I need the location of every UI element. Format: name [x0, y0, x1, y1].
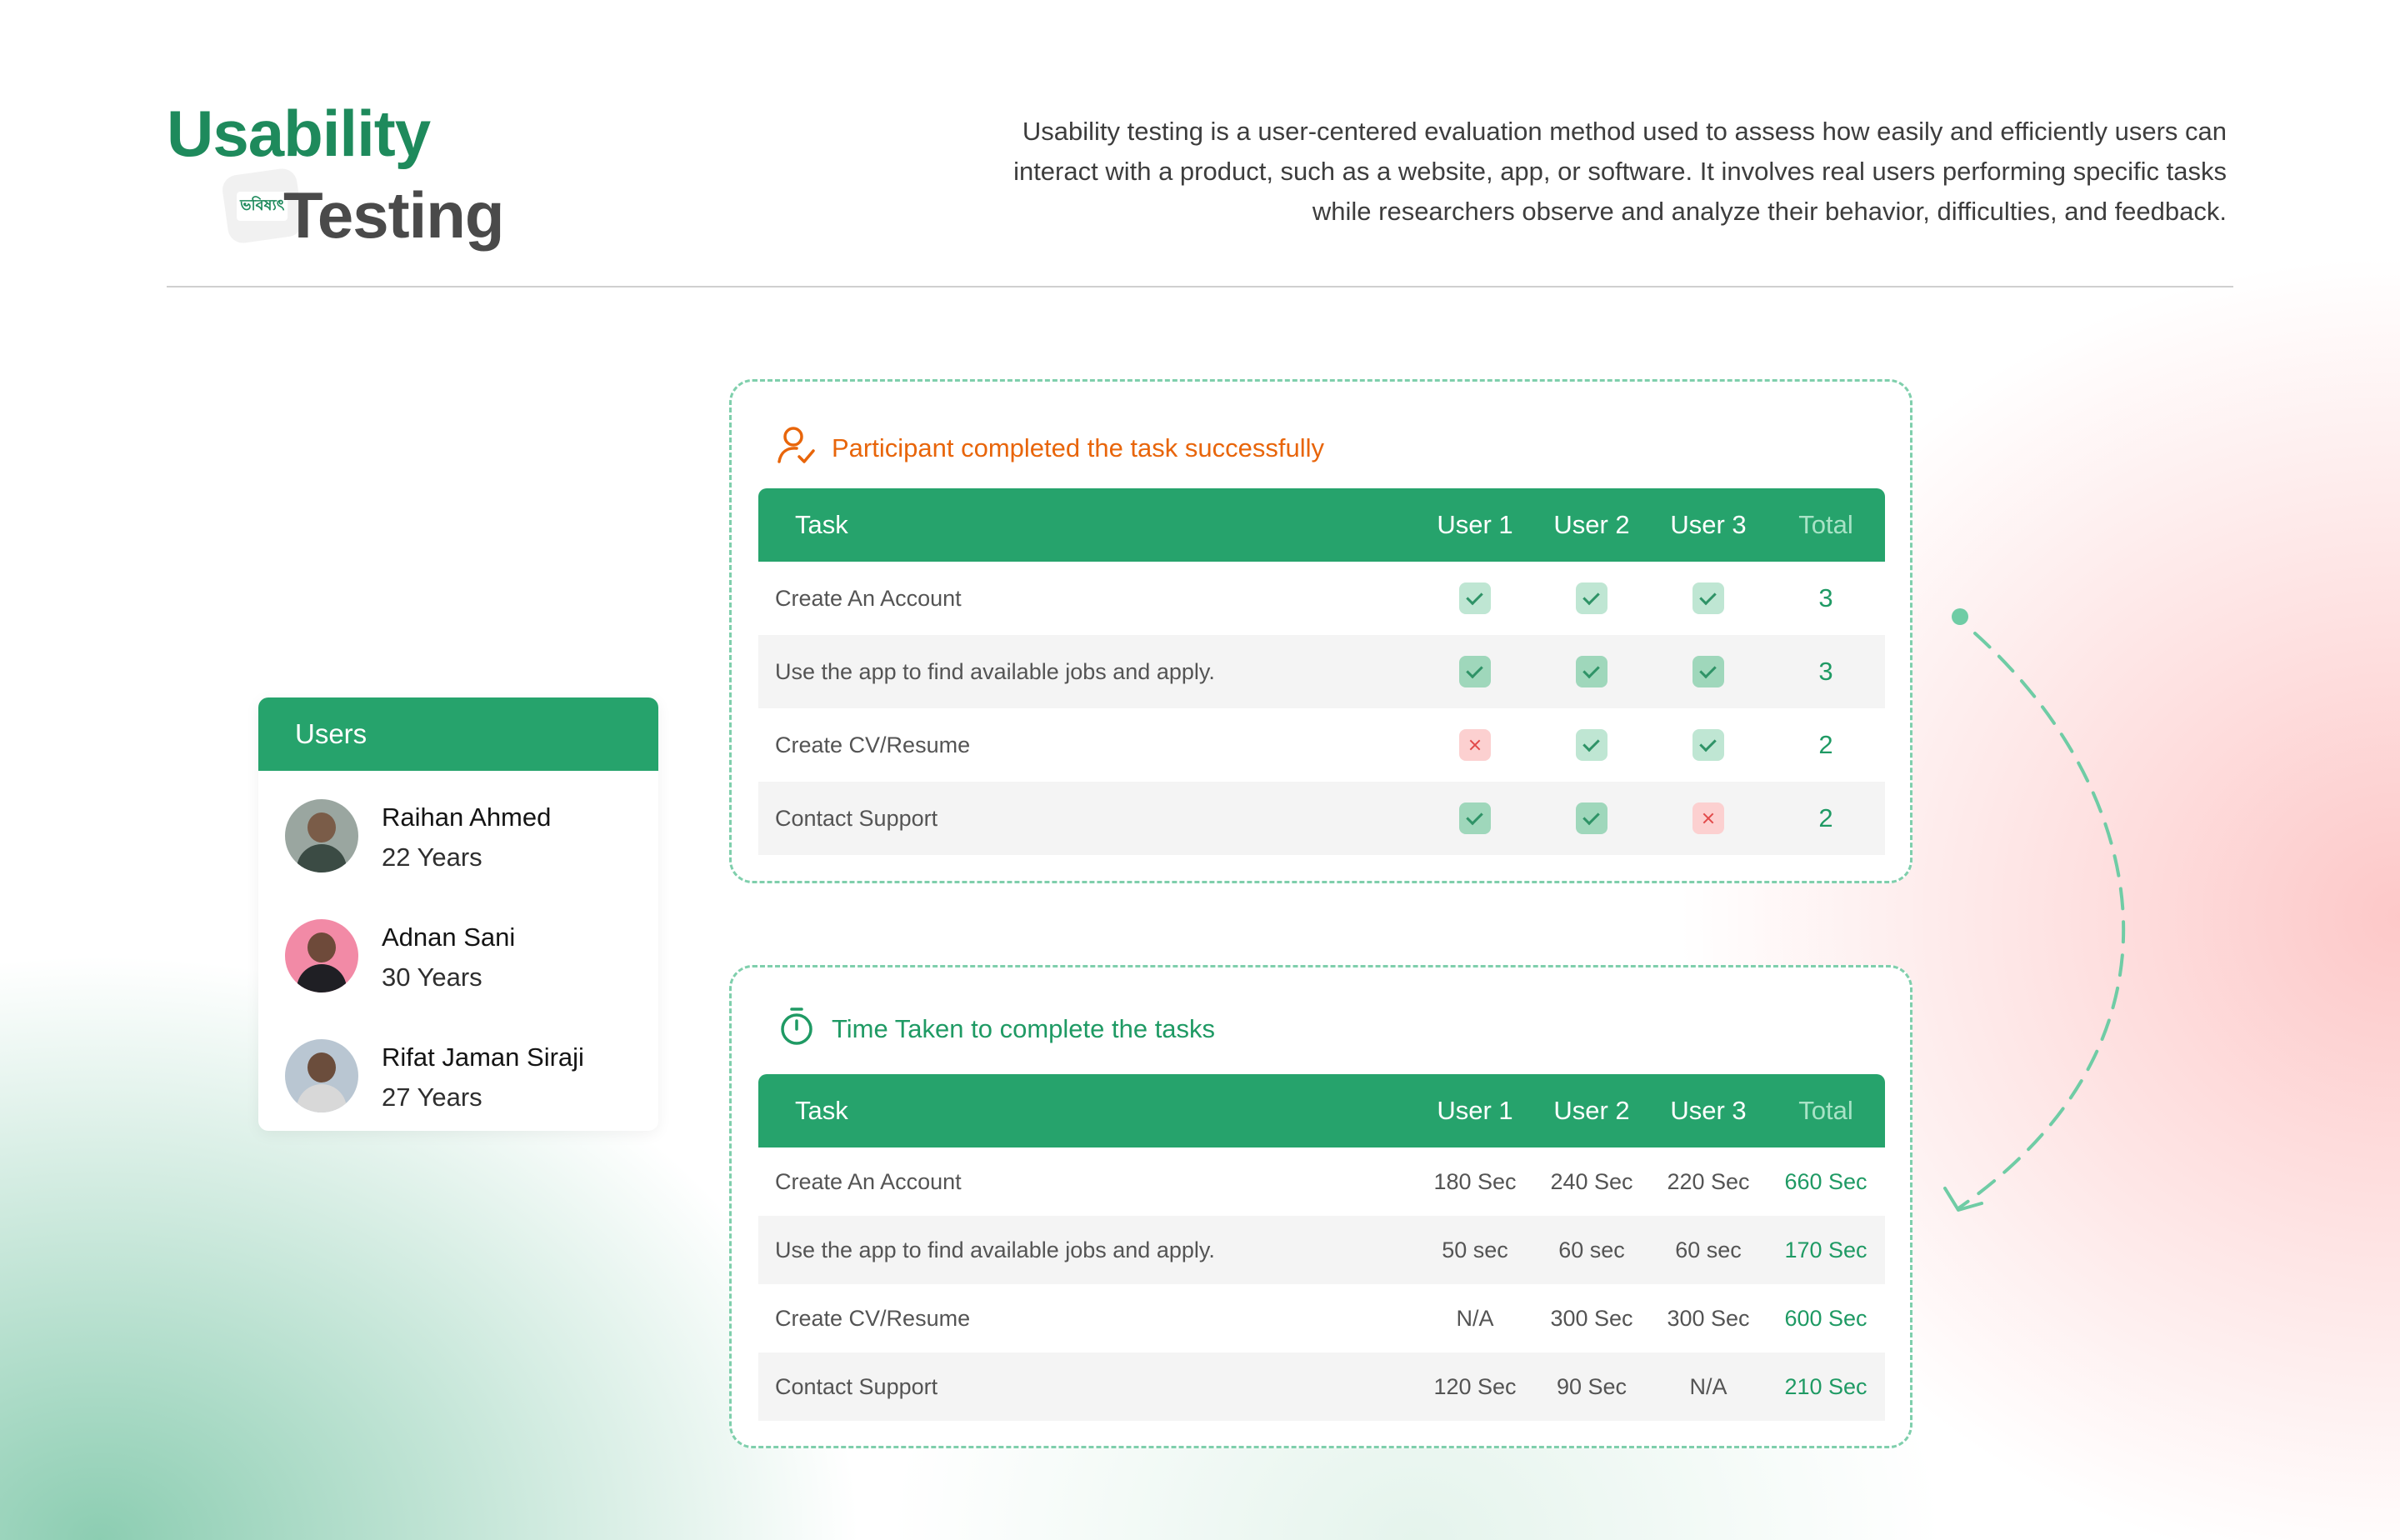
user-name: Rifat Jaman Siraji [382, 1042, 584, 1072]
user-age: 27 Years [382, 1082, 482, 1112]
avatar [285, 919, 358, 992]
column-header: User 1 [1417, 1074, 1533, 1148]
time-cell: 220 Sec [1667, 1168, 1750, 1194]
total-cell: 210 Sec [1767, 1352, 1885, 1421]
time-cell: 120 Sec [1417, 1352, 1533, 1421]
table-row: Contact Support 120 Sec 90 Sec N/A 210 S… [758, 1352, 1885, 1421]
task-cell: Create CV/Resume [775, 1305, 971, 1331]
title-line-1: Usability [167, 97, 431, 170]
total-cell: 2 [1767, 782, 1885, 855]
column-header: User 2 [1533, 1074, 1650, 1148]
check-icon [1692, 729, 1724, 761]
table-row: Contact Support 2 [758, 782, 1885, 855]
avatar [285, 799, 358, 872]
check-icon [1576, 582, 1608, 614]
column-header: User 3 [1650, 488, 1767, 562]
time-cell: 300 Sec [1667, 1305, 1750, 1331]
task-success-panel: Participant completed the task successfu… [729, 379, 1912, 883]
column-header: Total [1767, 1074, 1885, 1148]
title-line-2: Testing [283, 178, 505, 252]
check-icon [1459, 802, 1491, 834]
check-icon [1692, 656, 1724, 688]
time-cell: 60 sec [1650, 1216, 1767, 1284]
header-divider [167, 286, 2233, 288]
user-age: 30 Years [382, 962, 482, 992]
avatar [285, 1039, 358, 1112]
panel-title: Time Taken to complete the tasks [832, 1014, 1216, 1043]
table-row: Create CV/Resume N/A 300 Sec 300 Sec 600… [758, 1284, 1885, 1352]
column-header: Total [1767, 488, 1885, 562]
time-table: Task User 1 User 2 User 3 Total Create A… [758, 1074, 1885, 1421]
user-check-icon [778, 427, 815, 463]
total-cell: 3 [1818, 583, 1833, 612]
total-cell: 170 Sec [1767, 1216, 1885, 1284]
task-cell: Create CV/Resume [775, 732, 971, 758]
success-table: Task User 1 User 2 User 3 Total Create A… [758, 488, 1885, 855]
time-cell: 300 Sec [1550, 1305, 1633, 1331]
check-icon [1459, 656, 1491, 688]
time-taken-panel: Time Taken to complete the tasks Task Us… [729, 965, 1912, 1448]
task-cell: Use the app to find available jobs and a… [758, 635, 1417, 708]
total-cell: 600 Sec [1784, 1305, 1868, 1331]
table-row: Use the app to find available jobs and a… [758, 635, 1885, 708]
user-age: 22 Years [382, 842, 482, 872]
user-name: Raihan Ahmed [382, 802, 552, 832]
stopwatch-icon [781, 1008, 812, 1045]
table-header-row: Task User 1 User 2 User 3 Total [758, 488, 1885, 562]
user-item: Adnan Sani 30 Years [258, 891, 658, 1011]
check-icon [1576, 656, 1608, 688]
task-cell: Create An Account [775, 1168, 962, 1194]
time-cell: 50 sec [1417, 1216, 1533, 1284]
dashed-arrow-icon [1943, 608, 2126, 1212]
user-item: Raihan Ahmed 22 Years [258, 771, 658, 891]
total-cell: 3 [1767, 635, 1885, 708]
users-card: Users Raihan Ahmed 22 Years Adnan Sani 3… [258, 698, 658, 1131]
page-title: Usability ভবিষ্যৎ Testing [167, 92, 517, 258]
table-row: Create An Account 180 Sec 240 Sec 220 Se… [758, 1148, 1885, 1216]
total-cell: 2 [1818, 730, 1833, 759]
table-row: Create CV/Resume 2 [758, 708, 1885, 782]
time-cell: N/A [1456, 1305, 1494, 1331]
task-cell: Contact Support [758, 782, 1417, 855]
total-cell: 660 Sec [1784, 1168, 1868, 1194]
check-icon [1576, 802, 1608, 834]
user-item: Rifat Jaman Siraji 27 Years [258, 1011, 658, 1131]
time-cell: N/A [1650, 1352, 1767, 1421]
column-header: User 3 [1650, 1074, 1767, 1148]
table-row: Use the app to find available jobs and a… [758, 1216, 1885, 1284]
check-icon [1576, 729, 1608, 761]
column-header: User 1 [1417, 488, 1533, 562]
x-icon [1692, 802, 1724, 834]
check-icon [1692, 582, 1724, 614]
brand-logo-text: ভবিষ্যৎ [237, 191, 288, 221]
time-cell: 60 sec [1533, 1216, 1650, 1284]
table-header-row: Task User 1 User 2 User 3 Total [758, 1074, 1885, 1148]
users-card-title: Users [258, 698, 658, 771]
page-description: Usability testing is a user-centered eva… [1013, 117, 2227, 226]
table-row: Create An Account 3 [758, 562, 1885, 635]
time-cell: 240 Sec [1550, 1168, 1633, 1194]
panel-title: Participant completed the task successfu… [832, 433, 1324, 462]
x-icon [1459, 729, 1491, 761]
check-icon [1459, 582, 1491, 614]
column-header: Task [758, 1074, 1417, 1148]
time-cell: 180 Sec [1433, 1168, 1517, 1194]
user-name: Adnan Sani [382, 922, 516, 952]
task-cell: Use the app to find available jobs and a… [758, 1216, 1417, 1284]
task-cell: Contact Support [758, 1352, 1417, 1421]
column-header: User 2 [1533, 488, 1650, 562]
column-header: Task [758, 488, 1417, 562]
time-cell: 90 Sec [1533, 1352, 1650, 1421]
task-cell: Create An Account [775, 585, 962, 611]
